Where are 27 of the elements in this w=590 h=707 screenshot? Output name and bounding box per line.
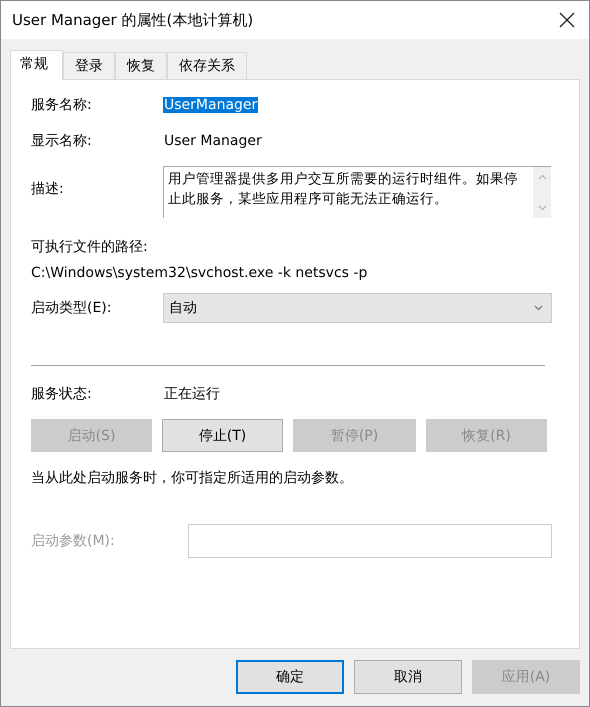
description-box[interactable]: 用户管理器提供多用户交互所需要的运行时组件。如果停止此服务，某些应用程序可能无法正确运行。	[163, 166, 551, 218]
field-label: 显示名称:	[31, 132, 93, 150]
field-label: 可执行文件的路径:	[31, 238, 149, 256]
field-label: 服务名称:	[31, 96, 93, 114]
tab[interactable]: 依存关系	[167, 52, 247, 79]
dialog-button[interactable]: 确定	[236, 660, 344, 694]
field-label: 描述:	[31, 180, 65, 198]
scrollbar[interactable]	[533, 167, 551, 218]
tab[interactable]: 登录	[63, 52, 115, 79]
field-label: 启动类型(E):	[31, 299, 112, 317]
field-label: 启动参数(M):	[31, 532, 116, 550]
hint-text: 当从此处启动服务时，你可指定所适用的启动参数。	[31, 469, 354, 487]
tab[interactable]: 常规	[10, 50, 63, 80]
service-button[interactable]: 停止(T)	[162, 419, 283, 452]
scroll-down-icon[interactable]	[538, 205, 546, 211]
scroll-up-icon[interactable]	[538, 174, 546, 180]
close-icon[interactable]	[559, 12, 575, 28]
dialog-button[interactable]: 取消	[354, 660, 462, 694]
service-name-value: UserManager	[163, 97, 258, 113]
startup-type-dropdown[interactable]: 自动	[163, 293, 552, 323]
status-value: 正在运行	[163, 385, 221, 403]
window-title: User Manager 的属性(本地计算机)	[12, 10, 254, 30]
display-name-value: User Manager	[163, 133, 263, 149]
tab[interactable]: 恢复	[115, 52, 167, 79]
field-label: 服务状态:	[31, 385, 93, 403]
path-value: C:\Windows\system32\svchost.exe -k netsvcs -p	[31, 265, 368, 281]
chevron-down-icon	[534, 305, 543, 311]
